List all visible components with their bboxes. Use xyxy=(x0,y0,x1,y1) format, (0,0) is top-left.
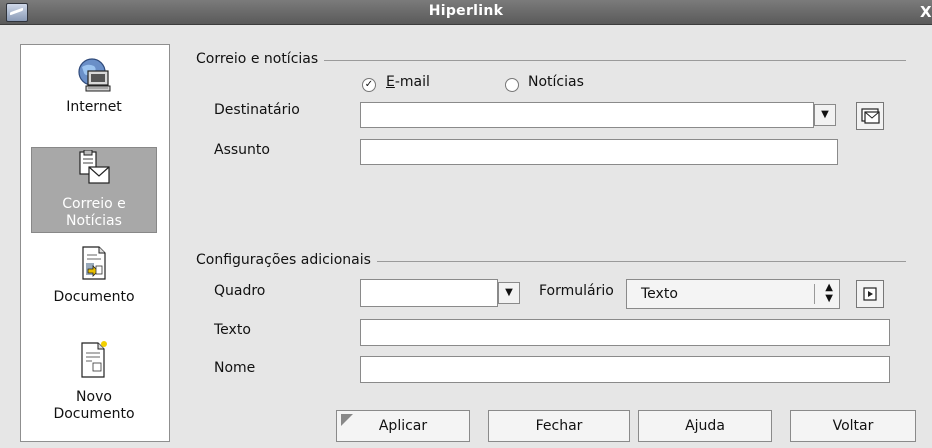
sidebar-item-new-document[interactable]: Novo Documento xyxy=(31,339,157,435)
sidebar-item-label-line1: Correio e xyxy=(62,196,126,212)
email-radio-label: E-mail xyxy=(386,74,430,90)
apply-button-label: Aplicar xyxy=(378,418,428,434)
frame-combo[interactable] xyxy=(360,279,498,307)
news-radio[interactable] xyxy=(505,78,519,92)
address-book-icon xyxy=(861,108,880,124)
recipient-label: Destinatário xyxy=(214,102,300,118)
help-button-label: Ajuda xyxy=(685,418,725,434)
recipient-field[interactable] xyxy=(360,102,814,128)
new-document-icon xyxy=(81,341,107,378)
back-button-label: Voltar xyxy=(832,418,874,434)
frame-dropdown-button[interactable]: ▼ xyxy=(498,282,520,304)
close-button-label: Fechar xyxy=(535,418,583,434)
events-icon xyxy=(863,287,877,301)
sidebar-item-label-line2: Notícias xyxy=(66,213,122,229)
sidebar-item-document[interactable]: Documento xyxy=(31,245,157,317)
name-field[interactable] xyxy=(360,356,890,383)
form-events-button[interactable] xyxy=(856,280,884,308)
sidebar-item-label-line2: Documento xyxy=(53,406,135,422)
window-title: Hiperlink xyxy=(428,3,504,19)
form-select-value: Texto xyxy=(641,286,678,302)
select-divider xyxy=(814,284,815,304)
email-radio[interactable]: ✓ xyxy=(362,78,376,92)
close-button[interactable]: X xyxy=(920,3,932,21)
apply-button[interactable]: Aplicar xyxy=(336,410,470,442)
email-radio-label-rest: -mail xyxy=(394,74,430,90)
news-radio-label: Notícias xyxy=(528,74,584,90)
help-button[interactable]: Ajuda xyxy=(638,410,772,442)
back-button[interactable]: Voltar xyxy=(790,410,916,442)
sidebar-item-internet[interactable]: Internet xyxy=(31,51,157,141)
mail-news-icon xyxy=(79,150,110,184)
sidebar-item-label: Documento xyxy=(53,289,135,305)
name-label: Nome xyxy=(214,360,256,376)
subject-field[interactable] xyxy=(360,139,838,165)
close-dialog-button[interactable]: Fechar xyxy=(488,410,630,442)
hyperlink-type-sidebar: Internet Correio e Notícias Documento No… xyxy=(20,44,170,442)
recipient-dropdown-button[interactable]: ▼ xyxy=(814,104,836,126)
subject-label: Assunto xyxy=(214,142,270,158)
text-label: Texto xyxy=(214,322,251,338)
sidebar-item-label-line1: Novo xyxy=(76,389,112,405)
document-icon xyxy=(82,246,106,280)
group-title-additional-settings: Configurações adicionais xyxy=(196,252,377,268)
text-field[interactable] xyxy=(360,319,890,346)
group-title-mail-news: Correio e notícias xyxy=(196,51,325,67)
frame-label: Quadro xyxy=(214,283,266,299)
title-bar: Hiperlink X xyxy=(0,0,932,25)
sidebar-item-label: Internet xyxy=(66,99,122,115)
spin-arrows-icon: ▲ ▼ xyxy=(825,282,833,304)
sidebar-item-mail-news[interactable]: Correio e Notícias xyxy=(31,147,157,233)
corner-marker-icon xyxy=(341,414,353,426)
form-select[interactable]: Texto ▲ ▼ xyxy=(626,279,840,309)
address-book-button[interactable] xyxy=(856,102,884,130)
globe-computer-icon xyxy=(78,58,111,92)
form-label: Formulário xyxy=(539,283,614,299)
